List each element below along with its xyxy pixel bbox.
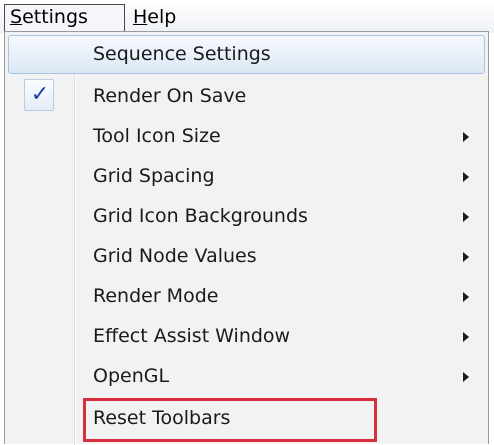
menu-settings-hotkey: S bbox=[10, 6, 23, 28]
menu-settings-label: ettings bbox=[22, 6, 88, 28]
menu-item-label: Grid Spacing bbox=[93, 165, 215, 187]
submenu-arrow-icon bbox=[463, 172, 469, 182]
menu-item-grid-node-values[interactable]: Grid Node Values bbox=[8, 237, 485, 276]
menu-item-render-mode[interactable]: Render Mode bbox=[8, 277, 485, 316]
menu-item-grid-icon-backgrounds[interactable]: Grid Icon Backgrounds bbox=[8, 197, 485, 236]
menu-item-label: Effect Assist Window bbox=[93, 325, 291, 347]
submenu-arrow-icon bbox=[463, 292, 469, 302]
menu-item-label: Grid Node Values bbox=[93, 245, 257, 267]
menu-item-label: Tool Icon Size bbox=[93, 125, 221, 147]
submenu-arrow-icon bbox=[463, 332, 469, 342]
menu-settings[interactable]: Settings bbox=[4, 4, 125, 31]
menu-item-opengl[interactable]: OpenGL bbox=[8, 357, 485, 396]
menu-item-grid-spacing[interactable]: Grid Spacing bbox=[8, 157, 485, 196]
menu-help-hotkey: H bbox=[133, 6, 148, 28]
submenu-arrow-icon bbox=[463, 372, 469, 382]
menu-item-sequence-settings[interactable]: Sequence Settings bbox=[8, 35, 485, 74]
menu-item-label: Render On Save bbox=[93, 85, 247, 107]
settings-dropdown-menu: Sequence Settings ✓ Render On Save Tool … bbox=[4, 31, 489, 445]
submenu-arrow-icon bbox=[463, 212, 469, 222]
submenu-arrow-icon bbox=[463, 132, 469, 142]
check-icon: ✓ bbox=[30, 82, 50, 107]
menu-item-label: Grid Icon Backgrounds bbox=[93, 205, 308, 227]
submenu-arrow-icon bbox=[463, 252, 469, 262]
menu-item-label: OpenGL bbox=[93, 365, 170, 387]
menu-item-tool-icon-size[interactable]: Tool Icon Size bbox=[8, 117, 485, 156]
menu-item-label: Sequence Settings bbox=[93, 43, 271, 65]
menu-item-render-on-save[interactable]: ✓ Render On Save bbox=[8, 77, 485, 116]
menu-item-effect-assist-window[interactable]: Effect Assist Window bbox=[8, 317, 485, 356]
menu-help[interactable]: Help bbox=[128, 4, 204, 31]
annotation-highlight-box bbox=[83, 398, 377, 442]
menu-bar: Settings Help bbox=[0, 0, 494, 33]
menu-item-label: Render Mode bbox=[93, 285, 219, 307]
menu-help-label: elp bbox=[147, 6, 177, 28]
